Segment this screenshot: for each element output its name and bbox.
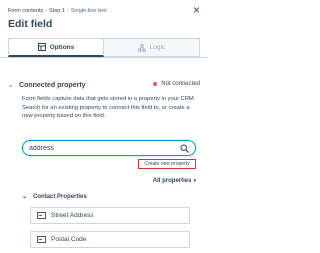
property-filter-dropdown[interactable]: All properties ▾ <box>153 178 196 184</box>
create-new-property-button[interactable]: Create new property <box>138 159 196 169</box>
breadcrumb-separator: › <box>45 8 47 14</box>
filter-label: All properties <box>152 178 192 184</box>
breadcrumb-current: Single-line text <box>70 8 107 14</box>
close-icon[interactable]: × <box>193 4 200 16</box>
property-item-postal-code[interactable]: Postal Code <box>30 231 190 248</box>
single-line-field-icon <box>37 236 46 243</box>
contact-properties-group[interactable]: ⌄ Contact Properties <box>22 193 87 201</box>
search-icon[interactable] <box>180 144 189 153</box>
property-item-street-address[interactable]: Street Address <box>30 207 190 224</box>
tab-bar: Options Logic <box>0 38 208 58</box>
status-badge: Not connected <box>153 81 200 87</box>
caret-down-icon: ▾ <box>193 178 196 184</box>
property-label: Postal Code <box>51 236 87 243</box>
section-title: Connected property <box>19 81 86 89</box>
logic-icon <box>137 43 146 52</box>
tab-options[interactable]: Options <box>8 38 104 57</box>
connected-property-header[interactable]: ⌄ Connected property Not connected <box>8 80 200 90</box>
description-line-1: Form fields capture data that gets store… <box>22 96 196 102</box>
chevron-down-icon: ⌄ <box>22 194 28 200</box>
tab-logic-label: Logic <box>149 44 166 51</box>
chevron-down-icon: ⌄ <box>8 82 14 89</box>
page-title: Edit field <box>8 18 53 30</box>
property-label: Street Address <box>51 212 94 219</box>
tab-options-label: Options <box>49 43 75 51</box>
breadcrumb-separator: › <box>66 8 69 14</box>
group-title: Contact Properties <box>33 193 87 200</box>
breadcrumb-step[interactable]: Step 1 <box>49 8 65 14</box>
options-icon <box>37 43 46 51</box>
tab-logic[interactable]: Logic <box>104 38 200 57</box>
single-line-field-icon <box>37 212 46 219</box>
description-line-2: Search for an existing property to conne… <box>22 104 190 120</box>
breadcrumb: Form contents › Step 1 › Single-line text <box>8 8 107 14</box>
status-label: Not connected <box>161 81 200 87</box>
property-search[interactable] <box>22 140 196 156</box>
description: Form fields capture data that gets store… <box>22 95 198 121</box>
breadcrumb-form-contents[interactable]: Form contents <box>8 8 43 14</box>
search-input[interactable] <box>29 144 180 152</box>
status-dot-icon <box>153 82 158 86</box>
